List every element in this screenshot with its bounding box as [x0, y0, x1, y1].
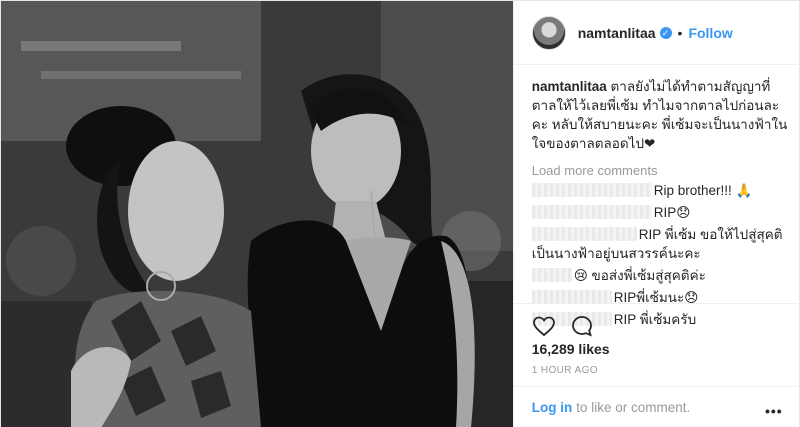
photo-illustration	[1, 1, 513, 427]
comment-icon[interactable]	[570, 314, 594, 338]
heart-icon[interactable]	[532, 314, 556, 338]
redacted-username	[531, 268, 572, 282]
comment-text: RIP😞	[653, 205, 691, 220]
avatar[interactable]	[531, 15, 566, 50]
redacted-username	[531, 290, 612, 304]
login-link[interactable]: Log in	[532, 400, 573, 415]
comment-text: Rip brother!!! 🙏	[653, 183, 753, 198]
comment-item: RIP พี่เซ้ม ขอให้ไปสู่สุคติเป็นนางฟ้าอยู…	[531, 225, 792, 263]
redacted-username	[531, 183, 652, 197]
separator-dot: •	[677, 24, 683, 41]
instagram-post: namtanlitaa ✓ • Follow namtanlitaa ตาลยั…	[0, 0, 800, 427]
comment-item: 😢 ขอส่งพี่เซ้มสู่สุคติค่ะ	[531, 266, 792, 285]
verified-badge-icon: ✓	[659, 26, 672, 39]
login-prompt-text: to like or comment.	[576, 400, 691, 415]
comment-text: 😢 ขอส่งพี่เซ้มสู่สุคติค่ะ	[573, 268, 706, 283]
post-header: namtanlitaa ✓ • Follow	[513, 1, 800, 65]
comment-item: RIP😞	[531, 203, 792, 222]
redacted-username	[531, 205, 652, 219]
username[interactable]: namtanlitaa	[578, 25, 656, 41]
post-photo[interactable]	[1, 1, 513, 427]
follow-button[interactable]: Follow	[688, 25, 732, 41]
login-footer: Log in to like or comment. •••	[513, 386, 800, 427]
post-timestamp: 1 HOUR AGO	[531, 365, 598, 376]
comments-section: namtanlitaa ตาลยังไม่ได้ทำตามสัญญาที่ตาล…	[531, 65, 792, 329]
caption-username[interactable]: namtanlitaa	[532, 79, 607, 94]
more-options-icon[interactable]: •••	[765, 403, 783, 419]
post-sidebar: namtanlitaa ✓ • Follow namtanlitaa ตาลยั…	[512, 1, 800, 427]
redacted-username	[531, 227, 637, 241]
caption: namtanlitaa ตาลยังไม่ได้ทำตามสัญญาที่ตาล…	[532, 77, 792, 153]
comment-item: Rip brother!!! 🙏	[531, 181, 792, 200]
likes-count[interactable]: 16,289 likes	[532, 341, 610, 357]
load-more-comments-button[interactable]: Load more comments	[532, 163, 792, 178]
